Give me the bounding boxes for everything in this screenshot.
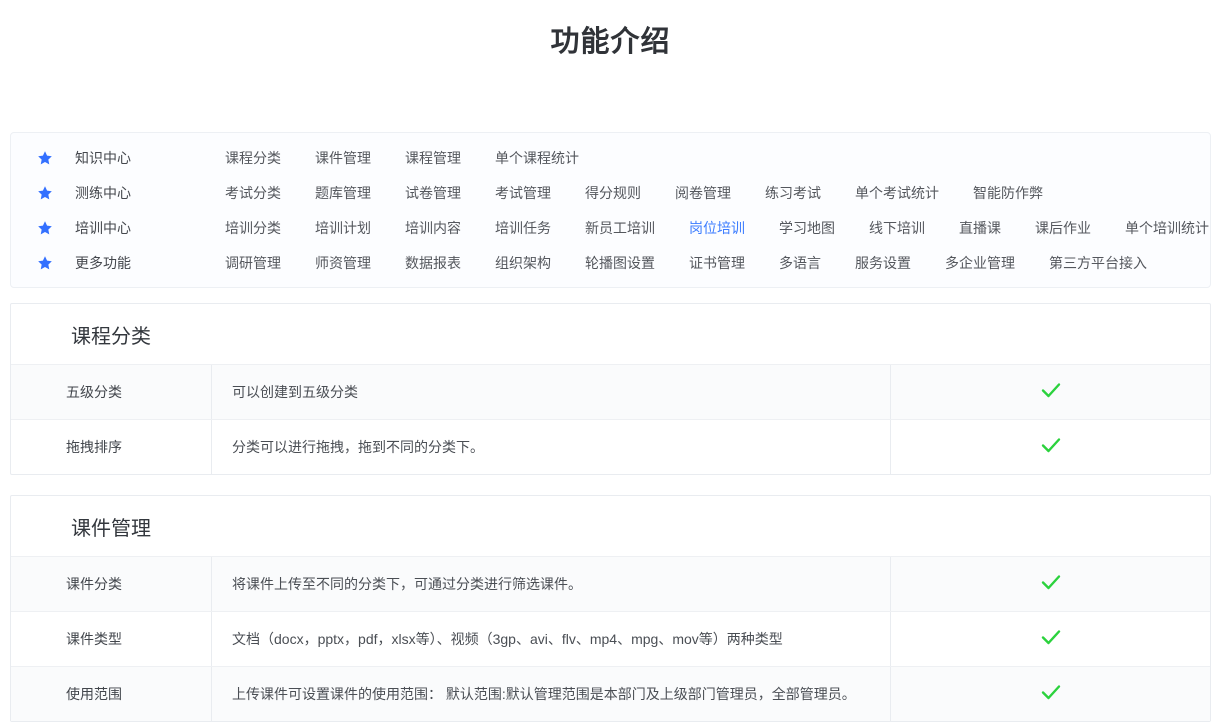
feature-description-cell: 文档（docx，pptx，pdf，xlsx等）、视频（3gp、avi、flv、m… [211,612,890,666]
nav-link[interactable]: 多语言 [779,253,821,273]
nav-link[interactable]: 课件管理 [315,148,371,168]
section-title: 课程分类 [11,304,1210,364]
nav-group-label: 更多功能 [75,253,225,273]
nav-link[interactable]: 培训计划 [315,218,371,238]
feature-name-cell: 五级分类 [11,365,211,419]
nav-link[interactable]: 数据报表 [405,253,461,273]
star-icon [37,255,53,271]
table-row: 拖拽排序 分类可以进行拖拽，拖到不同的分类下。 [11,419,1210,474]
nav-group-label: 测练中心 [75,183,225,203]
feature-name-cell: 课件分类 [11,557,211,611]
feature-supported-cell [890,612,1210,666]
feature-description-cell: 将课件上传至不同的分类下，可通过分类进行筛选课件。 [211,557,890,611]
feature-description-cell: 分类可以进行拖拽，拖到不同的分类下。 [211,420,890,474]
check-icon [1040,628,1062,651]
star-icon [37,185,53,201]
feature-description-cell: 上传课件可设置课件的使用范围： 默认范围:默认管理范围是本部门及上级部门管理员，… [211,667,890,721]
nav-link[interactable]: 直播课 [959,218,1001,238]
nav-link[interactable]: 考试分类 [225,183,281,203]
nav-link[interactable]: 课后作业 [1035,218,1091,238]
table-row: 五级分类 可以创建到五级分类 [11,364,1210,419]
nav-link[interactable]: 服务设置 [855,253,911,273]
nav-link[interactable]: 练习考试 [765,183,821,203]
nav-link[interactable]: 得分规则 [585,183,641,203]
nav-link[interactable]: 单个课程统计 [495,148,579,168]
nav-link[interactable]: 轮播图设置 [585,253,655,273]
check-icon [1040,381,1062,404]
nav-link[interactable]: 考试管理 [495,183,551,203]
section-title: 课件管理 [11,496,1210,556]
nav-link[interactable]: 学习地图 [779,218,835,238]
feature-supported-cell [890,365,1210,419]
nav-link[interactable]: 证书管理 [689,253,745,273]
nav-links: 调研管理 师资管理 数据报表 组织架构 轮播图设置 证书管理 多语言 服务设置 … [225,253,1181,273]
nav-group-label: 培训中心 [75,218,225,238]
nav-link[interactable]: 培训内容 [405,218,461,238]
feature-name-cell: 使用范围 [11,667,211,721]
nav-link[interactable]: 培训分类 [225,218,281,238]
nav-link[interactable]: 单个培训统计 [1125,218,1209,238]
feature-supported-cell [890,420,1210,474]
check-icon [1040,436,1062,459]
page-title: 功能介绍 [0,0,1221,60]
feature-name-cell: 拖拽排序 [11,420,211,474]
nav-link[interactable]: 新员工培训 [585,218,655,238]
feature-name-cell: 课件类型 [11,612,211,666]
table-row: 使用范围 上传课件可设置课件的使用范围： 默认范围:默认管理范围是本部门及上级部… [11,666,1210,721]
feature-supported-cell [890,557,1210,611]
feature-nav-panel: 知识中心 课程分类 课件管理 课程管理 单个课程统计 测练中心 考试分类 题库管… [10,132,1211,288]
check-icon [1040,683,1062,706]
nav-link[interactable]: 线下培训 [869,218,925,238]
feature-description-cell: 可以创建到五级分类 [211,365,890,419]
nav-links: 考试分类 题库管理 试卷管理 考试管理 得分规则 阅卷管理 练习考试 单个考试统… [225,183,1077,203]
nav-link[interactable]: 多企业管理 [945,253,1015,273]
nav-link[interactable]: 调研管理 [225,253,281,273]
nav-row-more-features: 更多功能 调研管理 师资管理 数据报表 组织架构 轮播图设置 证书管理 多语言 … [11,245,1210,280]
nav-link[interactable]: 课程管理 [405,148,461,168]
feature-section-course-category: 课程分类 五级分类 可以创建到五级分类 拖拽排序 分类可以进行拖拽，拖到不同的分… [10,303,1211,475]
star-icon [37,150,53,166]
nav-link[interactable]: 单个考试统计 [855,183,939,203]
nav-link-active[interactable]: 岗位培训 [689,218,745,238]
table-row: 课件分类 将课件上传至不同的分类下，可通过分类进行筛选课件。 [11,556,1210,611]
nav-link[interactable]: 第三方平台接入 [1049,253,1147,273]
star-icon [37,220,53,236]
feature-section-courseware-management: 课件管理 课件分类 将课件上传至不同的分类下，可通过分类进行筛选课件。 课件类型… [10,495,1211,722]
table-row: 课件类型 文档（docx，pptx，pdf，xlsx等）、视频（3gp、avi、… [11,611,1210,666]
nav-group-label: 知识中心 [75,148,225,168]
nav-link[interactable]: 题库管理 [315,183,371,203]
nav-row-knowledge-center: 知识中心 课程分类 课件管理 课程管理 单个课程统计 [11,140,1210,175]
nav-link[interactable]: 智能防作弊 [973,183,1043,203]
nav-link[interactable]: 培训任务 [495,218,551,238]
nav-link[interactable]: 师资管理 [315,253,371,273]
nav-link[interactable]: 课程分类 [225,148,281,168]
nav-links: 课程分类 课件管理 课程管理 单个课程统计 [225,148,613,168]
nav-link[interactable]: 试卷管理 [405,183,461,203]
nav-link[interactable]: 阅卷管理 [675,183,731,203]
nav-row-test-center: 测练中心 考试分类 题库管理 试卷管理 考试管理 得分规则 阅卷管理 练习考试 … [11,175,1210,210]
nav-link[interactable]: 组织架构 [495,253,551,273]
nav-row-training-center: 培训中心 培训分类 培训计划 培训内容 培训任务 新员工培训 岗位培训 学习地图… [11,210,1210,245]
check-icon [1040,573,1062,596]
feature-supported-cell [890,667,1210,721]
nav-links: 培训分类 培训计划 培训内容 培训任务 新员工培训 岗位培训 学习地图 线下培训… [225,218,1221,238]
